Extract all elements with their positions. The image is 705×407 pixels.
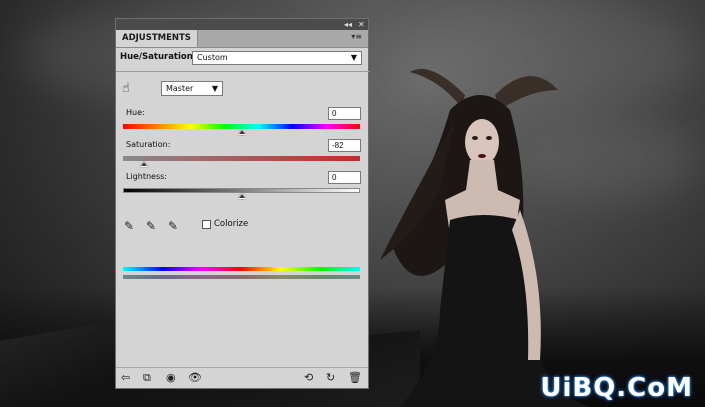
hue-slider-thumb[interactable] [237,129,246,135]
gothic-woman-photo [380,68,590,407]
adjustment-title: Hue/Saturation [120,52,193,62]
lightness-slider-thumb[interactable] [237,193,246,199]
chevron-down-icon: ▼ [350,53,357,62]
colorize-checkbox[interactable] [202,220,211,229]
eyedropper-subtract-icon[interactable]: ✎ [166,219,180,233]
panel-bottom-toolbar: ⇦ ⧉ ◉ 👁 ⟲ ↻ 🗑 [116,367,368,388]
hue-input[interactable] [328,107,361,120]
colorize-label: Colorize [214,219,249,229]
saturation-input[interactable] [328,139,361,152]
lightness-input[interactable] [328,171,361,184]
channel-select[interactable]: Master ▼ [161,81,223,96]
channel-value: Master [166,84,194,93]
lightness-label: Lightness: [126,172,167,181]
chevron-down-icon: ▼ [211,84,218,93]
collapse-icon[interactable]: ◂◂ [344,19,352,30]
saturation-slider-thumb[interactable] [140,161,149,167]
panel-titlebar: ◂◂ ✕ [116,19,368,30]
adjustments-panel: ◂◂ ✕ ADJUSTMENTS ▾≡ Hue/Saturation Custo… [115,18,370,389]
return-to-list-icon[interactable]: ⇦ [121,371,130,385]
divider [116,71,370,72]
hue-label: Hue: [126,108,145,117]
tab-adjustments[interactable]: ADJUSTMENTS [116,30,198,47]
trash-icon[interactable]: 🗑 [348,371,362,385]
preset-select[interactable]: Custom ▼ [192,51,362,65]
preset-value: Custom [197,53,228,62]
site-watermark: UiBQ.CoM [540,373,693,403]
previous-state-icon[interactable]: ⟲ [304,371,313,385]
panel-tab-row: ADJUSTMENTS ▾≡ [116,30,368,48]
reset-icon[interactable]: ↻ [326,371,335,385]
saturation-slider-track[interactable] [123,156,360,161]
clip-to-layer-icon[interactable]: ◉ [166,371,176,385]
visibility-icon[interactable]: 👁 [188,371,202,385]
saturation-label: Saturation: [126,140,171,149]
expanded-view-icon[interactable]: ⧉ [143,371,151,385]
output-spectrum-bar [123,275,360,279]
input-spectrum-bar [123,267,360,271]
eyedropper-icon[interactable]: ✎ [122,219,136,233]
on-image-adjust-icon[interactable]: ☝ [122,81,130,96]
eyedropper-add-icon[interactable]: ✎ [144,219,158,233]
panel-menu-icon[interactable]: ▾≡ [351,32,362,41]
close-icon[interactable]: ✕ [358,19,365,30]
